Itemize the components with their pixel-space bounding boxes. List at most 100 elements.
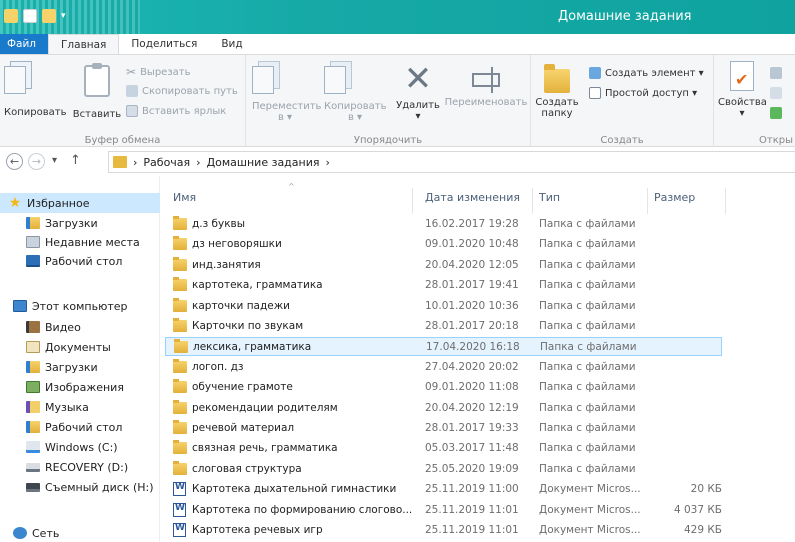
delete-button[interactable]: ✕ Удалить ▾ [394,61,442,122]
paste-button[interactable]: Вставить [72,61,122,120]
properties-qat-icon[interactable] [23,9,37,23]
nav-label: Документы [45,340,111,354]
table-row[interactable]: Карточки по звукам 28.01.2017 20:18 Папка … [165,317,722,336]
up-button[interactable]: ↑ [70,153,81,168]
table-row[interactable]: рекомендации родителям 20.04.2020 12:19 Па… [165,399,722,418]
move-to-button[interactable]: Переместить в ▾ [252,61,321,123]
clipboard-group: Копировать Вставить ✂ Вырезать Скопирова… [0,55,246,148]
back-button[interactable]: ← [6,153,23,170]
recent-locations-button[interactable]: ▾ [52,155,57,166]
organize-group-label: Упорядочить [353,135,423,146]
nav-network[interactable]: Сеть [0,523,59,542]
delete-label: Удалить [396,100,440,111]
forward-button[interactable]: → [28,153,45,170]
nav-item-drive-d[interactable]: RECOVERY (D:) [0,457,128,477]
file-name: лексика, грамматика [193,341,312,354]
title-bar: ▾ Домашние задания [0,0,795,34]
column-divider[interactable] [412,188,413,214]
nav-item-drive-c[interactable]: Windows (C:) [0,437,118,457]
nav-item-downloads-pc[interactable]: Загрузки [0,357,98,377]
paste-shortcut-button[interactable]: Вставить ярлык [126,105,226,117]
folder-icon[interactable] [4,9,18,23]
nav-this-pc[interactable]: Этот компьютер [0,296,128,316]
ribbon: Копировать Вставить ✂ Вырезать Скопирова… [0,54,795,148]
table-row[interactable]: д.з буквы 16.02.2017 19:28 Папка с файлами [165,215,722,234]
breadcrumb-separator[interactable]: › [133,156,137,169]
cut-button[interactable]: ✂ Вырезать [126,65,190,79]
table-row[interactable]: логоп. дз 27.04.2020 20:02 Папка с файлами [165,358,722,377]
table-row[interactable]: дз неговоряшки 09.01.2020 10:48 Папка с фа… [165,235,722,254]
table-row[interactable]: Картотека дыхательной гимнастики 25.11.20… [165,480,722,499]
properties-label: Свойства [718,97,767,108]
new-item-icon [589,67,601,79]
table-row[interactable]: Картотека речевых игр 25.11.2019 11:01 Док… [165,521,722,540]
copy-button[interactable]: Копировать [4,61,66,118]
address-bar-row: ← → ▾ ↑ › Рабочая › Домашние задания › [0,147,795,176]
nav-item-desktop[interactable]: Рабочий стол [0,251,122,271]
properties-button[interactable]: Свойства ▾ [718,61,767,119]
clipboard-group-label: Буфер обмена [84,135,161,146]
nav-item-desktop-pc[interactable]: Рабочий стол [0,417,122,437]
column-divider[interactable] [725,188,726,214]
tab-view[interactable]: Вид [209,34,254,54]
table-row[interactable]: инд.занятия 20.04.2020 12:05 Папка с файла… [165,256,722,275]
nav-item-documents[interactable]: Документы [0,337,111,357]
breadcrumb-item[interactable]: Домашние задания [207,156,320,169]
nav-label: Музыка [45,400,89,414]
documents-folder-icon [26,341,40,353]
column-divider[interactable] [532,188,533,214]
qat-dropdown-icon[interactable]: ▾ [61,11,66,21]
tab-file[interactable]: Файл [0,34,49,54]
nav-item-video[interactable]: Видео [0,317,81,337]
column-header-type[interactable]: Тип [539,191,560,204]
file-date: 28.01.2017 19:41 [425,279,519,292]
open-small-button-2[interactable] [770,87,782,99]
open-group: Свойства ▾ Откры [714,55,795,148]
table-row[interactable]: Картотека по формированию слогово... 25.1… [165,501,722,520]
rename-button[interactable]: Переименовать [444,61,528,108]
table-row[interactable]: картотека, грамматика 28.01.2017 19:41 Пап… [165,276,722,295]
nav-favorites[interactable]: ★ Избранное [0,193,160,213]
column-header-size[interactable]: Размер [654,191,695,204]
breadcrumb-separator[interactable]: › [196,156,200,169]
easy-access-button[interactable]: Простой доступ ▾ [589,87,697,99]
folder-icon [173,399,187,414]
breadcrumb-separator[interactable]: › [326,156,330,169]
nav-item-pictures[interactable]: Изображения [0,377,124,397]
file-date: 25.11.2019 11:01 [425,503,519,516]
column-divider[interactable] [647,188,648,214]
pictures-folder-icon [26,381,40,393]
table-row[interactable]: слоговая структура 25.05.2020 19:09 Папка … [165,460,722,479]
breadcrumb[interactable]: › Рабочая › Домашние задания › [108,151,795,173]
copy-to-button[interactable]: Копировать в ▾ [324,61,386,123]
file-date: 28.01.2017 20:18 [425,320,519,332]
copy-path-button[interactable]: Скопировать путь [126,85,238,97]
new-item-button[interactable]: Создать элемент ▾ [589,67,704,79]
breadcrumb-item[interactable]: Рабочая [143,156,190,169]
word-document-icon [173,482,186,497]
file-date: 10.01.2020 10:36 [425,299,519,312]
column-header-date[interactable]: Дата изменения [425,191,520,204]
nav-label: Рабочий стол [45,420,123,434]
nav-item-music[interactable]: Музыка [0,397,89,417]
table-row-selected[interactable]: лексика, грамматика 17.04.2020 16:18 Папка… [165,337,722,357]
nav-item-drive-h[interactable]: Съемный диск (H:) [0,477,154,497]
recent-places-icon [26,236,40,248]
tab-share[interactable]: Поделиться [119,34,209,54]
file-type: Документ Micros... [539,524,641,536]
column-header-name[interactable]: Имя [173,191,196,204]
table-row[interactable]: связная речь, грамматика 05.03.2017 11:48… [165,439,722,458]
file-type: Папка с файлами [539,320,636,332]
table-row[interactable]: речевой материал 28.01.2017 19:33 Папка с … [165,419,722,438]
new-folder-button[interactable]: Создать папку [535,61,579,119]
nav-item-downloads[interactable]: Загрузки [0,213,98,233]
table-row[interactable]: обучение грамоте 09.01.2020 11:08 Папка с … [165,378,722,397]
nav-item-recent-places[interactable]: Недавние места [0,232,140,252]
downloads-folder-icon [26,361,40,373]
open-small-button-3[interactable] [770,107,782,119]
tab-home[interactable]: Главная [48,34,120,54]
table-row[interactable]: карточки падежи 10.01.2020 10:36 Папка с ф… [165,297,722,316]
open-small-button-1[interactable] [770,67,782,79]
new-folder-qat-icon[interactable] [42,9,56,23]
file-type: Папка с файлами [539,238,636,251]
